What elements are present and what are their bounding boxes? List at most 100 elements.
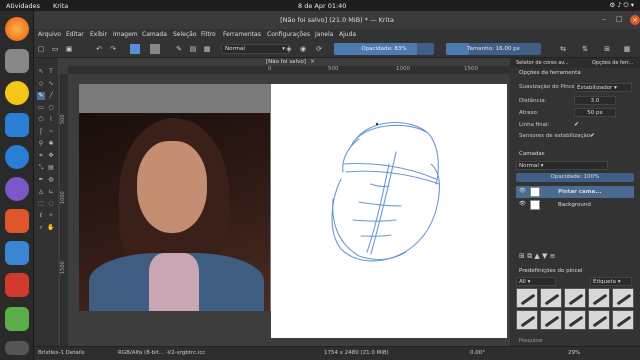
brush-preset[interactable] [516,288,538,308]
line-tool-icon[interactable]: ╱ [47,92,55,100]
presets-filter-select[interactable]: All ▾ [516,277,556,286]
crop-tool-icon[interactable]: ⌗ [37,152,45,160]
brush-preset[interactable] [564,310,586,330]
polygon-tool-icon[interactable]: ⬠ [37,116,45,124]
tab-tool-options[interactable]: Opções de ferr... [592,60,633,66]
fill-tool-icon[interactable]: ◍ [47,176,55,184]
select-tool-icon[interactable]: ↖ [37,68,45,76]
menu-exibir[interactable]: Exibir [90,31,107,38]
colorspace-status[interactable]: RGB/Alfa (8-bit... -V2-srgbtrc.icc [118,350,205,356]
brush-preset[interactable] [516,310,538,330]
visibility-eye-icon[interactable]: 👁 [519,201,526,207]
workspace-icon[interactable]: ▦ [622,44,632,54]
brush-preset[interactable] [540,288,562,308]
brush-preset-icon[interactable]: ✎ [174,44,184,54]
settings-icon[interactable] [5,241,29,265]
eraser-icon[interactable]: ◈ [284,44,294,54]
bezier-tool-icon[interactable]: ʃ [37,128,45,136]
files-icon[interactable] [5,49,29,73]
rhythmbox-icon[interactable] [5,81,29,105]
brush-preset[interactable] [588,310,610,330]
assistant-tool-icon[interactable]: ◬ [37,188,45,196]
store-icon[interactable] [5,209,29,233]
ellipse-select-tool-icon[interactable]: ◌ [47,200,55,208]
shape-edit-tool-icon[interactable]: ◇ [37,80,45,88]
blend-mode-select[interactable]: Normal ▾ [221,44,289,54]
note-icon[interactable] [5,307,29,331]
pan-tool-icon[interactable]: ✋ [47,224,55,232]
brush-preset[interactable] [612,288,634,308]
mail-icon[interactable] [5,273,29,297]
menu-ajuda[interactable]: Ajuda [339,31,356,38]
add-layer-icon[interactable]: ⊞ [519,252,525,260]
smoothing-select[interactable]: Estabilizador ▾ [574,83,632,92]
menu-camada[interactable]: Camada [142,31,167,38]
undo-icon[interactable]: ↶ [94,44,104,54]
maximize-icon[interactable]: □ [616,15,623,23]
size-slider[interactable]: Tamanho: 16.00 px [446,43,541,55]
presets-search-input[interactable]: Pesquisar [519,338,543,344]
menu-editar[interactable]: Editar [66,31,84,38]
move-layer-down-icon[interactable]: ▼ [542,252,547,260]
distance-input[interactable]: 3.0 [574,96,616,105]
magic-wand-tool-icon[interactable]: ✧ [47,212,55,220]
layers-opacity-slider[interactable]: Opacidade: 100% [516,173,634,182]
calligraphy-tool-icon[interactable]: ∿ [47,80,55,88]
wrap-icon[interactable]: ⊞ [602,44,612,54]
document-tab[interactable]: [Não foi salvo] [266,59,306,65]
drawing-canvas[interactable] [271,84,507,338]
brush-preset[interactable] [540,310,562,330]
activities-button[interactable]: Atividades [6,2,40,10]
save-icon[interactable]: ▣ [64,44,74,54]
mirror-vertical-icon[interactable]: ⇅ [580,44,590,54]
presets-tag-select[interactable]: Etiqueta ▾ [590,277,632,286]
writer-icon[interactable] [5,113,29,137]
help-icon[interactable] [5,145,29,169]
rectangle-tool-icon[interactable]: ▭ [37,104,45,112]
transform-tool-icon[interactable]: ⤡ [37,164,45,172]
foreground-color-swatch[interactable] [130,44,140,54]
delay-input[interactable]: 50 px [574,108,616,117]
layer-row[interactable]: 👁 Pintar cama... [516,186,634,198]
stabilize-sensors-checkbox[interactable]: ✔ [590,132,595,139]
layer-properties-icon[interactable]: ≡ [550,252,556,260]
gradient-icon[interactable]: ▤ [188,44,198,54]
gradient-tool-icon[interactable]: ▤ [47,164,55,172]
menu-selecao[interactable]: Seleção [173,31,197,38]
rect-select-tool-icon[interactable]: ⬚ [37,200,45,208]
dynamic-brush-tool-icon[interactable]: ⚲ [37,140,45,148]
brush-preset[interactable] [564,288,586,308]
polyline-tool-icon[interactable]: ⌇ [47,116,55,124]
close-icon[interactable]: × [630,15,640,25]
finish-line-checkbox[interactable]: ✔ [574,121,579,128]
open-icon[interactable]: ▭ [50,44,60,54]
color-picker-tool-icon[interactable]: ✒ [37,176,45,184]
mirror-horizontal-icon[interactable]: ⇆ [558,44,568,54]
clock[interactable]: 8 de Apr 01:40 [298,2,346,10]
brush-preset[interactable] [612,310,634,330]
redo-icon[interactable]: ↷ [108,44,118,54]
layers-blend-select[interactable]: Normal ▾ [516,161,608,170]
ellipse-tool-icon[interactable]: ○ [47,104,55,112]
visibility-eye-icon[interactable]: 👁 [519,188,526,194]
text-tool-icon[interactable]: T [47,68,55,76]
freehand-path-tool-icon[interactable]: ~ [47,128,55,136]
menu-janela[interactable]: Janela [315,31,333,38]
close-tab-icon[interactable]: × [310,58,315,65]
app-menu[interactable]: Krita [53,2,68,10]
move-tool-icon[interactable]: ✥ [47,152,55,160]
reload-preset-icon[interactable]: ⟳ [314,44,324,54]
brush-preset[interactable] [588,288,610,308]
menu-imagem[interactable]: Imagem [113,31,138,38]
menu-configuracoes[interactable]: Configurações [267,31,310,38]
multibrush-tool-icon[interactable]: ✱ [47,140,55,148]
move-layer-up-icon[interactable]: ▲ [534,252,539,260]
measure-tool-icon[interactable]: ⊾ [47,188,55,196]
menu-filtro[interactable]: Filtro [201,31,216,38]
freehand-brush-tool-icon[interactable]: ✎ [37,92,45,100]
alpha-lock-icon[interactable]: ◉ [298,44,308,54]
zoom-tool-icon[interactable]: ⌕ [37,224,45,232]
app-grid-icon[interactable] [5,341,29,355]
pattern-icon[interactable]: ▦ [202,44,212,54]
layer-row[interactable]: 👁 Background [516,199,634,211]
